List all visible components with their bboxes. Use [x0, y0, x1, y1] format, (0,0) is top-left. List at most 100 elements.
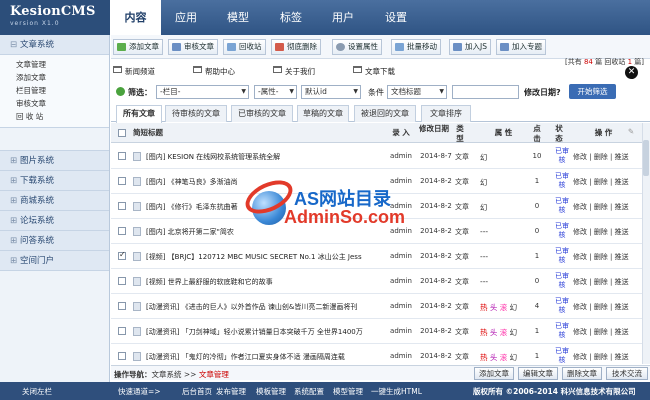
tab-content[interactable]: 内容: [110, 0, 161, 35]
row-edit-link[interactable]: 修改: [573, 203, 587, 211]
select-all-checkbox[interactable]: [118, 129, 126, 137]
row-push-link[interactable]: 推送: [615, 353, 629, 361]
row-edit-link[interactable]: 修改: [573, 353, 587, 361]
footer-link-home[interactable]: 后台首页: [182, 386, 212, 397]
tab-models[interactable]: 模型: [213, 0, 263, 35]
row-status-link[interactable]: 已审核: [554, 247, 570, 265]
bottom-delete-article-button[interactable]: 删除文章: [562, 367, 602, 380]
article-title-link[interactable]: [动漫资讯] 「刀剑神域」轻小说累计销量日本突破千万 全世界1400万: [146, 327, 406, 337]
table-row[interactable]: [视频] 【BRJC】120712 MBC MUSIC SECRET No.1 …: [111, 244, 650, 269]
order-select[interactable]: 默认id ▼: [301, 85, 361, 99]
row-checkbox[interactable]: [118, 277, 126, 285]
sidebar-item-review-article[interactable]: 审核文章: [16, 97, 109, 110]
row-push-link[interactable]: 推送: [615, 178, 629, 186]
footer-link-templates[interactable]: 模板管理: [256, 386, 286, 397]
sidebar-section-downloads[interactable]: ⊞ 下载系统: [0, 171, 109, 191]
table-row[interactable]: [视频] 世界上最舒服的软底鞋和它的故事 admin 2014-8-2 文章 --- 0…: [111, 269, 650, 294]
row-checkbox[interactable]: [118, 202, 126, 210]
row-status-link[interactable]: 已审核: [554, 197, 570, 215]
scrollbar-thumb[interactable]: [643, 140, 649, 176]
sidebar-section-space[interactable]: ⊞ 空间门户: [0, 251, 109, 271]
tab-rejected-articles[interactable]: 被退回的文章: [354, 105, 416, 122]
row-delete-link[interactable]: 删除: [594, 153, 608, 161]
sidebar-item-article-manage[interactable]: 文章管理: [16, 58, 109, 71]
row-checkbox[interactable]: [118, 302, 126, 310]
article-title-link[interactable]: [动漫资讯] 《进击的巨人》以外首作品 谏山创&皆川亮二新漫画将刊: [146, 302, 406, 312]
row-push-link[interactable]: 推送: [615, 328, 629, 336]
add-js-button[interactable]: 加入JS: [449, 39, 491, 55]
row-edit-link[interactable]: 修改: [573, 303, 587, 311]
row-checkbox[interactable]: [118, 227, 126, 235]
row-delete-link[interactable]: 删除: [594, 178, 608, 186]
row-push-link[interactable]: 推送: [615, 303, 629, 311]
set-attributes-button[interactable]: 设置属性: [332, 39, 382, 55]
footer-link-models[interactable]: 模型管理: [333, 386, 363, 397]
keyword-input[interactable]: [452, 85, 519, 99]
close-sidebar-link[interactable]: 关闭左栏: [22, 386, 52, 397]
row-status-link[interactable]: 已审核: [554, 322, 570, 340]
add-article-button[interactable]: 添加文章: [113, 39, 163, 55]
sidebar-section-images[interactable]: ⊞ 图片系统: [0, 151, 109, 171]
table-row[interactable]: [动漫资讯] 《进击的巨人》以外首作品 谏山创&皆川亮二新漫画将刊 admin 20…: [111, 294, 650, 319]
folder-news[interactable]: 新闻频道: [113, 66, 155, 77]
tab-users[interactable]: 用户: [318, 0, 368, 35]
row-status-link[interactable]: 已审核: [554, 147, 570, 165]
sidebar-section-shop[interactable]: ⊞ 商城系统: [0, 191, 109, 211]
article-title-link[interactable]: [图内] KESION 在线网校系统管理系统全解: [146, 152, 406, 162]
table-row[interactable]: [动漫资讯] 「刀剑神域」轻小说累计销量日本突破千万 全世界1400万 admin…: [111, 319, 650, 344]
row-checkbox[interactable]: [118, 327, 126, 335]
footer-link-config[interactable]: 系统配置: [294, 386, 324, 397]
row-delete-link[interactable]: 删除: [594, 203, 608, 211]
tab-all-articles[interactable]: 所有文章: [116, 105, 162, 123]
tab-apps[interactable]: 应用: [161, 0, 211, 35]
row-edit-link[interactable]: 修改: [573, 153, 587, 161]
row-status-link[interactable]: 已审核: [554, 272, 570, 290]
recycle-bin-button[interactable]: 回收站: [223, 39, 266, 55]
article-title-link[interactable]: [视频] 【BRJC】120712 MBC MUSIC SECRET No.1 …: [146, 252, 406, 262]
sidebar-section-qa[interactable]: ⊞ 问答系统: [0, 231, 109, 251]
tab-tags[interactable]: 标签: [266, 0, 316, 35]
row-push-link[interactable]: 推送: [615, 253, 629, 261]
sidebar-item-category-manage[interactable]: 栏目管理: [16, 84, 109, 97]
row-edit-link[interactable]: 修改: [573, 253, 587, 261]
row-status-link[interactable]: 已审核: [554, 297, 570, 315]
row-checkbox[interactable]: [118, 250, 126, 260]
row-delete-link[interactable]: 删除: [594, 253, 608, 261]
start-filter-button[interactable]: 开始筛选: [569, 84, 616, 99]
review-article-button[interactable]: 审核文章: [168, 39, 218, 55]
row-delete-link[interactable]: 删除: [594, 228, 608, 236]
edit-icon[interactable]: ✎: [626, 127, 636, 137]
footer-link-generate-html[interactable]: 一键生成HTML: [371, 386, 422, 397]
permanent-delete-button[interactable]: 彻底删除: [271, 39, 321, 55]
tab-settings[interactable]: 设置: [370, 0, 422, 35]
bottom-add-article-button[interactable]: 添加文章: [474, 367, 514, 380]
bottom-tech-support-button[interactable]: 技术交流: [606, 367, 648, 380]
row-push-link[interactable]: 推送: [615, 278, 629, 286]
condition-select[interactable]: 文档标题 ▼: [387, 85, 447, 99]
batch-move-button[interactable]: 批量移动: [391, 39, 441, 55]
attribute-select[interactable]: -属性- ▼: [254, 85, 297, 99]
row-checkbox[interactable]: [118, 352, 126, 360]
row-edit-link[interactable]: 修改: [573, 228, 587, 236]
folder-downloads[interactable]: 文章下载: [353, 66, 395, 77]
sidebar-item-add-article[interactable]: 添加文章: [16, 71, 109, 84]
sidebar-section-articles[interactable]: ⊟ 文章系统: [0, 35, 109, 55]
row-push-link[interactable]: 推送: [615, 228, 629, 236]
sidebar-item-recycle-bin[interactable]: 回 收 站: [16, 110, 109, 123]
article-title-link[interactable]: [视频] 世界上最舒服的软底鞋和它的故事: [146, 277, 406, 287]
add-topic-button[interactable]: 加入专题: [496, 39, 546, 55]
row-delete-link[interactable]: 删除: [594, 303, 608, 311]
folder-about[interactable]: 关于我们: [273, 66, 315, 77]
tab-pending-articles[interactable]: 待审核的文章: [165, 105, 227, 122]
tab-approved-articles[interactable]: 已审核的文章: [231, 105, 293, 122]
row-edit-link[interactable]: 修改: [573, 178, 587, 186]
close-icon[interactable]: ✕: [625, 66, 638, 79]
row-checkbox[interactable]: [118, 177, 126, 185]
row-delete-link[interactable]: 删除: [594, 278, 608, 286]
sidebar-section-forum[interactable]: ⊞ 论坛系统: [0, 211, 109, 231]
tab-article-sort[interactable]: 文章排序: [421, 105, 471, 122]
tab-draft-articles[interactable]: 草稿的文章: [297, 105, 349, 122]
row-status-link[interactable]: 已审核: [554, 222, 570, 240]
footer-link-publish[interactable]: 发布管理: [216, 386, 246, 397]
row-status-link[interactable]: 已审核: [554, 347, 570, 365]
